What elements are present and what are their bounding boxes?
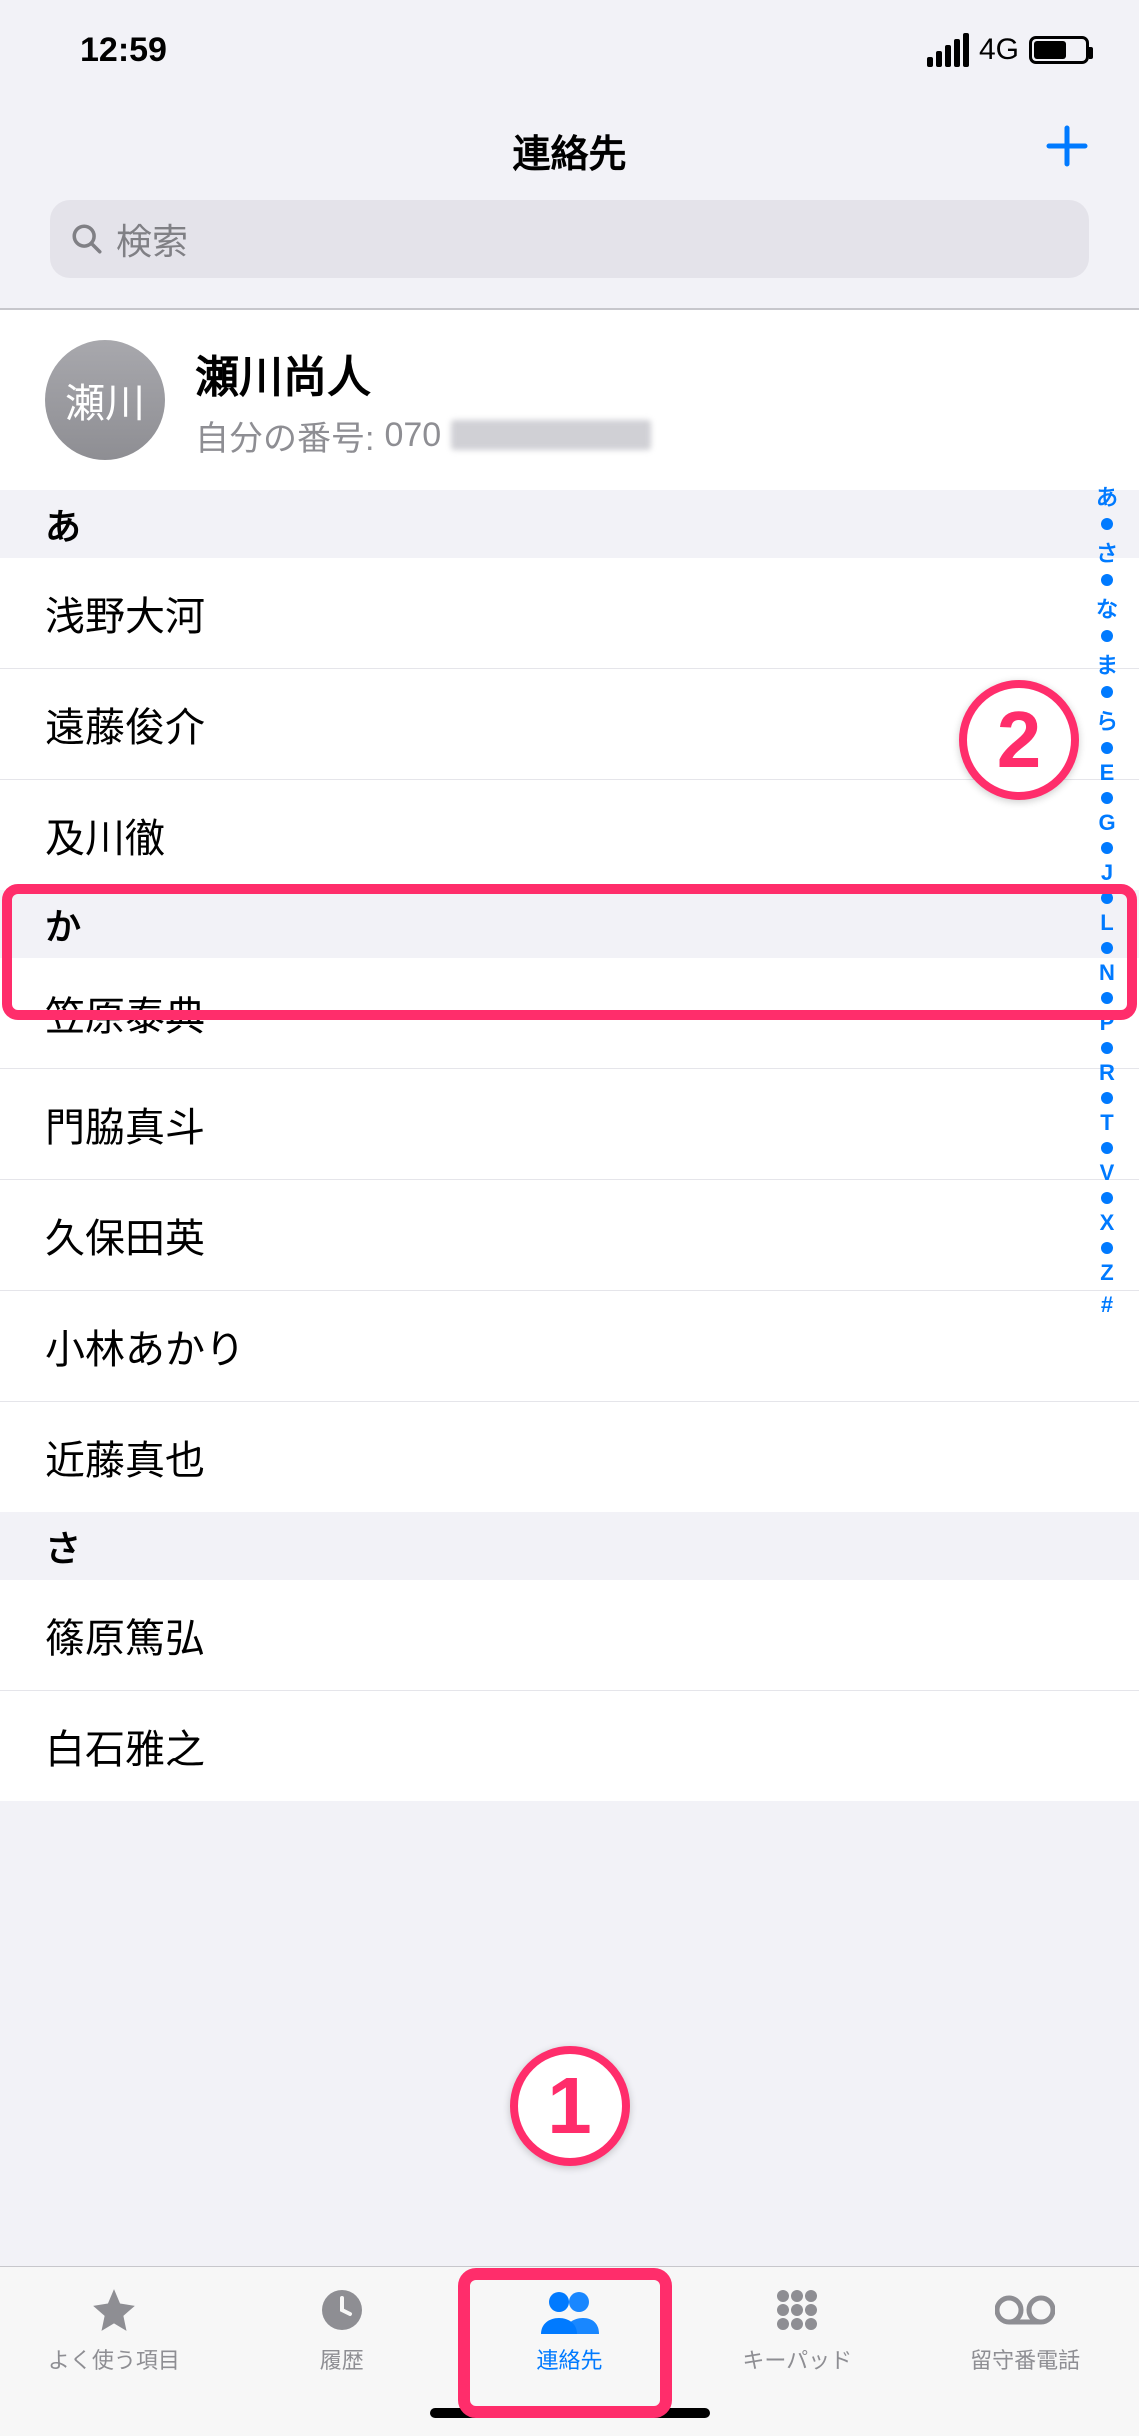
index-letter[interactable]: ま	[1096, 648, 1118, 680]
tab-recents[interactable]: 履歴	[228, 2285, 456, 2375]
tab-label: よく使う項目	[48, 2343, 180, 2375]
index-letter[interactable]: あ	[1096, 480, 1118, 512]
index-letter[interactable]: X	[1100, 1210, 1115, 1236]
status-time: 12:59	[50, 31, 167, 70]
tab-favorites[interactable]: よく使う項目	[0, 2285, 228, 2375]
my-card-name: 瀬川尚人	[195, 341, 651, 405]
battery-icon	[1029, 36, 1089, 64]
index-dot[interactable]	[1101, 1192, 1113, 1204]
contact-row[interactable]: 久保田英	[0, 1180, 1139, 1291]
section-header-sa: さ	[0, 1512, 1139, 1580]
contact-row[interactable]: 浅野大河	[0, 558, 1139, 669]
avatar: 瀬川	[45, 340, 165, 460]
contact-row[interactable]: 白石雅之	[0, 1691, 1139, 1801]
search-container: 検索	[0, 200, 1139, 308]
index-letter[interactable]: E	[1100, 760, 1115, 786]
annotation-callout-2: 2	[959, 680, 1079, 800]
index-dot[interactable]	[1101, 1242, 1113, 1254]
search-placeholder: 検索	[116, 213, 188, 265]
index-letter[interactable]: L	[1100, 910, 1113, 936]
add-contact-button[interactable]	[1045, 124, 1089, 176]
status-bar: 12:59 4G	[0, 0, 1139, 100]
contact-row[interactable]: 笠原泰典	[0, 958, 1139, 1069]
index-letter[interactable]: V	[1100, 1160, 1115, 1186]
index-letter[interactable]: さ	[1096, 536, 1118, 568]
index-dot[interactable]	[1101, 842, 1113, 854]
annotation-highlight-tab	[458, 2268, 672, 2418]
index-letter[interactable]: Z	[1100, 1260, 1113, 1286]
contact-row[interactable]: 篠原篤弘	[0, 1580, 1139, 1691]
index-letter[interactable]: R	[1099, 1060, 1115, 1086]
index-letter[interactable]: T	[1100, 1110, 1113, 1136]
tab-keypad[interactable]: キーパッド	[683, 2285, 911, 2375]
keypad-icon	[773, 2285, 821, 2335]
index-dot[interactable]	[1101, 942, 1113, 954]
clock-icon	[318, 2285, 366, 2335]
index-dot[interactable]	[1101, 1042, 1113, 1054]
index-dot[interactable]	[1101, 1092, 1113, 1104]
network-label: 4G	[979, 33, 1019, 67]
plus-icon	[1045, 124, 1089, 168]
index-dot[interactable]	[1101, 574, 1113, 586]
section-header-a: あ	[0, 490, 1139, 558]
index-dot[interactable]	[1101, 686, 1113, 698]
nav-header: 連絡先	[0, 100, 1139, 200]
index-dot[interactable]	[1101, 992, 1113, 1004]
index-dot[interactable]	[1101, 518, 1113, 530]
tab-voicemail[interactable]: 留守番電話	[911, 2285, 1139, 2375]
index-letter[interactable]: な	[1096, 592, 1118, 624]
annotation-callout-1: 1	[510, 2046, 630, 2166]
index-letter[interactable]: J	[1101, 860, 1113, 886]
section-header-ka: か	[0, 890, 1139, 958]
star-icon	[89, 2285, 139, 2335]
page-title: 連絡先	[512, 123, 626, 178]
contact-row[interactable]: 近藤真也	[0, 1402, 1139, 1512]
section-index-bar[interactable]: あさなまらEGJLNPRTVXZ #	[1087, 480, 1127, 1318]
search-input[interactable]: 検索	[50, 200, 1089, 278]
tab-label: 履歴	[320, 2343, 364, 2375]
index-dot[interactable]	[1101, 1142, 1113, 1154]
tab-label: 留守番電話	[970, 2343, 1080, 2375]
index-letter[interactable]: N	[1099, 960, 1115, 986]
my-card-number: 自分の番号: 070	[195, 411, 651, 460]
my-card[interactable]: 瀬川 瀬川尚人 自分の番号: 070	[0, 310, 1139, 490]
index-dot[interactable]	[1101, 630, 1113, 642]
status-right: 4G	[927, 33, 1089, 67]
redacted-number	[451, 420, 651, 450]
index-letter[interactable]: G	[1098, 810, 1115, 836]
voicemail-icon	[995, 2285, 1055, 2335]
index-dot[interactable]	[1101, 742, 1113, 754]
search-icon	[70, 222, 104, 256]
contact-row[interactable]: 及川徹	[0, 780, 1139, 890]
index-letter[interactable]: P	[1100, 1010, 1115, 1036]
index-dot[interactable]	[1101, 892, 1113, 904]
index-letter[interactable]: ら	[1096, 704, 1118, 736]
index-letter[interactable]: #	[1101, 1292, 1113, 1318]
tab-label: キーパッド	[742, 2343, 852, 2375]
index-dot[interactable]	[1101, 792, 1113, 804]
contact-row[interactable]: 小林あかり	[0, 1291, 1139, 1402]
cellular-signal-icon	[927, 33, 969, 67]
contact-row[interactable]: 門脇真斗	[0, 1069, 1139, 1180]
